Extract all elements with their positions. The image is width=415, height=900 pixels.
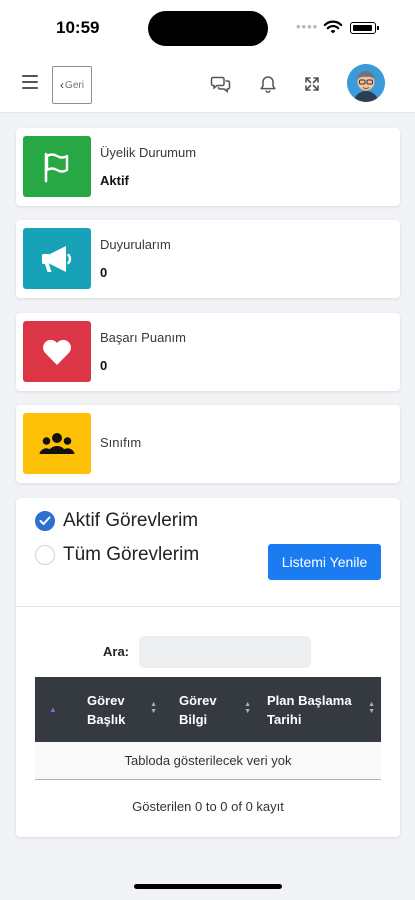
select-column-header[interactable]: ▲ [35, 677, 71, 742]
membership-label: Üyelik Durumum [100, 145, 197, 160]
achievement-score-card: Başarı Puanım 0 [16, 313, 400, 391]
search-input[interactable] [139, 636, 311, 668]
radio-all-tasks[interactable]: Tüm Görevlerim [35, 544, 199, 566]
status-time: 10:59 [56, 18, 100, 37]
radio-checked-icon[interactable] [35, 511, 55, 531]
announcements-label: Duyurularım [100, 237, 171, 252]
refresh-list-button[interactable]: Listemi Yenile [268, 544, 381, 580]
chat-icon[interactable] [210, 73, 232, 95]
battery-icon [350, 22, 379, 34]
membership-value: Aktif [100, 173, 129, 188]
sort-icon: ▲ ▼ [244, 701, 251, 715]
bell-icon[interactable] [257, 73, 279, 95]
radio-unchecked-icon[interactable] [35, 545, 55, 565]
user-avatar[interactable] [347, 64, 385, 102]
users-icon [39, 432, 75, 454]
avatar-image [347, 64, 385, 102]
sort-asc-icon: ▲ [49, 705, 57, 714]
top-navbar: ‹ Geri [0, 56, 415, 113]
radio-all-label: Tüm Görevlerim [63, 544, 200, 565]
announcements-value: 0 [100, 265, 108, 280]
my-class-card: Sınıfım [16, 405, 400, 483]
column-header-task-title[interactable]: Görev Başlık ▲ ▼ [71, 677, 163, 742]
back-button[interactable]: ‹ Geri [52, 66, 92, 104]
column-title-label: Görev Başlık [87, 692, 126, 727]
achievement-icon-box [23, 321, 91, 382]
flag-icon [44, 152, 69, 182]
column-header-plan-start[interactable]: Plan Başlama Tarihi ▲ ▼ [257, 677, 381, 742]
announcements-icon-box [23, 228, 91, 289]
class-icon-box [23, 413, 91, 474]
chevron-left-icon: ‹ [60, 78, 65, 92]
wifi-icon [323, 20, 343, 34]
achievement-label: Başarı Puanım [100, 330, 186, 345]
sort-icon: ▲ ▼ [368, 701, 375, 715]
table-header: ▲ Görev Başlık ▲ ▼ Görev Bilgi ▲ ▼ Plan Ba… [35, 677, 381, 742]
column-plan-label: Plan Başlama Tarihi [267, 692, 352, 727]
sort-icon: ▲ ▼ [150, 701, 157, 715]
back-label: Geri [65, 79, 84, 91]
heart-icon [43, 339, 71, 365]
column-header-task-info[interactable]: Görev Bilgi ▲ ▼ [163, 677, 257, 742]
membership-status-card: Üyelik Durumum Aktif [16, 128, 400, 206]
signal-icon: •••• [296, 19, 319, 34]
tasks-table: ▲ Görev Başlık ▲ ▼ Görev Bilgi ▲ ▼ Plan Ba… [35, 677, 381, 780]
home-indicator [134, 884, 282, 889]
table-info-text: Gösterilen 0 to 0 of 0 kayıt [132, 799, 284, 814]
radio-active-tasks[interactable]: Aktif Görevlerim [35, 510, 198, 532]
column-info-label: Görev Bilgi [179, 692, 217, 727]
megaphone-icon [42, 245, 72, 272]
announcements-card: Duyurularım 0 [16, 220, 400, 298]
table-empty-row: Tabloda gösterilecek veri yok [35, 742, 381, 780]
membership-icon-box [23, 136, 91, 197]
menu-icon[interactable] [22, 75, 38, 89]
radio-active-label: Aktif Görevlerim [63, 510, 199, 531]
achievement-value: 0 [100, 358, 108, 373]
search-label: Ara: [103, 644, 130, 659]
fullscreen-icon[interactable] [301, 73, 323, 95]
divider [16, 606, 400, 607]
tasks-card: Aktif Görevlerim Tüm Görevlerim Listemi … [16, 498, 400, 837]
status-bar: 10:59 •••• [0, 0, 415, 56]
class-label: Sınıfım [100, 435, 142, 450]
dynamic-island [148, 11, 268, 46]
